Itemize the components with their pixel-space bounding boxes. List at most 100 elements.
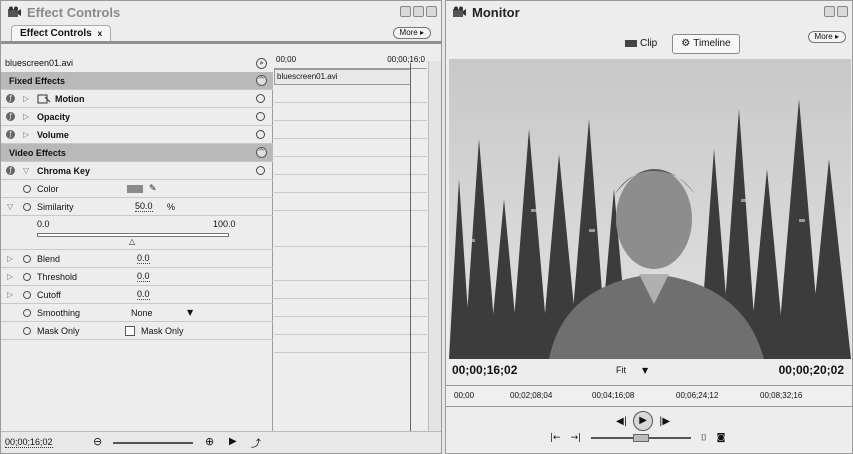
playhead-line[interactable]: [410, 63, 411, 431]
effect-toggle-icon[interactable]: ƒ: [6, 112, 15, 121]
zoom-out-icon[interactable]: ⊖: [93, 435, 102, 448]
current-timecode[interactable]: 00;00;16;02: [452, 363, 517, 377]
tab-timeline-label: Timeline: [693, 38, 731, 49]
play-button[interactable]: ▶: [633, 411, 654, 431]
ruler-tick: 00;06;24;12: [676, 391, 719, 400]
stopwatch-icon[interactable]: [23, 254, 31, 263]
loop-icon[interactable]: ⤴: [251, 435, 261, 450]
duration-timecode: 00;00;20;02: [778, 363, 844, 377]
stopwatch-icon[interactable]: [23, 290, 31, 299]
reset-icon[interactable]: [256, 112, 265, 121]
mask-only-checkbox-label: Mask Only: [141, 325, 184, 336]
tab-row: Effect Controls x More ▸: [11, 25, 437, 41]
expand-triangle-icon[interactable]: ▷: [23, 130, 29, 139]
param-row-mask-only: Mask Only Mask Only: [1, 322, 273, 340]
blend-value[interactable]: 0.0: [137, 253, 150, 264]
ruler-tick: 00;04;16;08: [592, 391, 635, 400]
minimize-button[interactable]: [824, 6, 835, 17]
chroma-key-label: Chroma Key: [37, 165, 91, 176]
jog-shuttle[interactable]: [591, 434, 692, 442]
timeline-grid-row: [274, 229, 427, 247]
minimize-button[interactable]: [400, 6, 411, 17]
effect-controls-bottom-bar: 00;00;16;02 ⊖ ⊕ ▶ ⤴: [1, 431, 441, 453]
stopwatch-icon[interactable]: [23, 272, 31, 281]
collapse-icon[interactable]: ^: [256, 147, 267, 158]
stopwatch-icon[interactable]: [23, 326, 31, 335]
window-buttons: [824, 6, 848, 17]
expand-triangle-icon[interactable]: ▷: [23, 94, 29, 103]
dropdown-arrow-icon[interactable]: ▼: [187, 308, 193, 317]
mark-in-icon[interactable]: |←: [550, 433, 561, 443]
mark-out-icon[interactable]: →|: [571, 433, 582, 443]
step-back-icon[interactable]: ◀|: [616, 416, 627, 427]
slider-min-label: 0.0: [37, 219, 50, 229]
video-preview: [449, 59, 851, 359]
param-row-blend: ▷ Blend 0.0: [1, 250, 273, 268]
maximize-button[interactable]: [837, 6, 848, 17]
mask-only-checkbox[interactable]: [125, 325, 135, 336]
expand-triangle-icon[interactable]: ▷: [7, 290, 13, 299]
reset-icon[interactable]: [256, 130, 265, 139]
effect-toggle-icon[interactable]: ƒ: [6, 130, 15, 139]
more-button[interactable]: More ▸: [807, 31, 846, 43]
eyedropper-icon[interactable]: ✎: [149, 184, 157, 194]
expand-triangle-icon[interactable]: ▷: [7, 254, 13, 263]
video-frame-image: [449, 59, 851, 359]
effect-toggle-icon[interactable]: ƒ: [6, 94, 15, 103]
dropdown-arrow-icon[interactable]: ▼: [642, 366, 648, 375]
shuttle-thumb[interactable]: [633, 434, 650, 442]
tab-effect-controls[interactable]: Effect Controls x: [11, 25, 112, 41]
timeline-grid-row: [274, 299, 427, 317]
effect-row-opacity[interactable]: ƒ ▷ Opacity: [1, 108, 273, 126]
zoom-slider[interactable]: [113, 442, 193, 444]
effect-row-motion[interactable]: ƒ ▷ Motion: [1, 90, 273, 108]
motion-icon: [37, 94, 51, 103]
tab-clip[interactable]: Clip: [616, 34, 666, 54]
timeline-grid-row: [274, 193, 427, 211]
step-forward-icon[interactable]: |▶: [659, 416, 670, 427]
tab-timeline[interactable]: ⚙ Timeline: [672, 34, 740, 54]
more-button[interactable]: More ▸: [392, 27, 431, 39]
ruler-start-label: 00;00: [276, 55, 297, 64]
reset-icon[interactable]: [256, 166, 265, 175]
slider-thumb-icon[interactable]: △: [129, 237, 135, 246]
stopwatch-icon[interactable]: [23, 184, 31, 193]
stopwatch-icon[interactable]: [23, 308, 31, 317]
monitor-time-ruler[interactable]: 00;00 00;02;08;04 00;04;16;08 00;06;24;1…: [446, 385, 852, 407]
smoothing-select[interactable]: None: [131, 308, 153, 318]
param-row-color: Color ✎: [1, 180, 273, 198]
maximize-button[interactable]: [413, 6, 424, 17]
collapse-triangle-icon[interactable]: ▽: [23, 166, 29, 175]
effect-row-chroma-key[interactable]: ƒ ▽ Chroma Key: [1, 162, 273, 180]
effect-timeline-ruler[interactable]: 00;00 00;00;16;0: [274, 51, 427, 69]
stopwatch-icon[interactable]: [23, 202, 31, 211]
ruler-tick: 00;02;08;04: [510, 391, 553, 400]
monitor-titlebar: Monitor: [446, 1, 852, 23]
timeline-clip-bar[interactable]: bluescreen01.avi: [274, 69, 411, 85]
similarity-value[interactable]: 50.0: [135, 201, 153, 212]
fit-select[interactable]: Fit: [616, 365, 626, 375]
expand-triangle-icon[interactable]: ▷: [7, 272, 13, 281]
monitor-bottom-tools: |← →| ⌷ ◙: [550, 433, 725, 443]
effect-toggle-icon[interactable]: ƒ: [6, 166, 15, 175]
cutoff-value[interactable]: 0.0: [137, 289, 150, 300]
color-swatch[interactable]: [127, 184, 143, 193]
collapse-icon[interactable]: ^: [256, 75, 267, 86]
lift-icon[interactable]: ⌷: [701, 433, 706, 443]
effect-row-volume[interactable]: ƒ ▷ Volume: [1, 126, 273, 144]
play-audio-icon[interactable]: ▶: [229, 436, 237, 447]
collapse-triangle-icon[interactable]: ▽: [7, 202, 13, 211]
blend-label: Blend: [37, 253, 61, 264]
export-frame-icon[interactable]: ◙: [717, 433, 726, 443]
reset-icon[interactable]: [256, 94, 265, 103]
motion-label: Motion: [55, 93, 85, 104]
effect-timecode[interactable]: 00;00;16;02: [5, 437, 53, 448]
ruler-tick: 00;08;32;16: [760, 391, 803, 400]
show-timeline-icon[interactable]: »: [256, 57, 267, 69]
threshold-value[interactable]: 0.0: [137, 271, 150, 282]
close-button[interactable]: [426, 6, 437, 17]
vertical-scrollbar[interactable]: [428, 61, 441, 431]
expand-triangle-icon[interactable]: ▷: [23, 112, 29, 121]
close-tab-icon[interactable]: x: [98, 29, 102, 38]
zoom-in-icon[interactable]: ⊕: [205, 435, 214, 448]
